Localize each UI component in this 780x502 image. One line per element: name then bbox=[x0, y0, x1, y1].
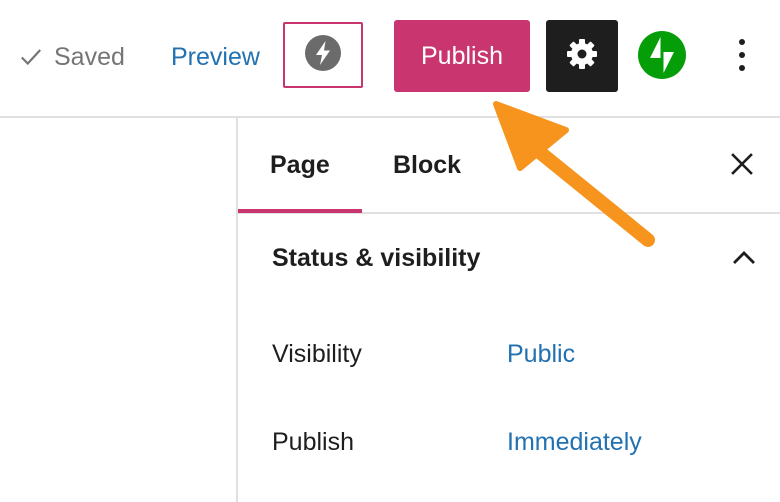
status-visibility-panel-toggle[interactable]: Status & visibility bbox=[238, 214, 780, 308]
amp-button[interactable] bbox=[283, 22, 363, 88]
more-options-button[interactable] bbox=[724, 34, 760, 80]
active-tab-indicator bbox=[238, 209, 362, 213]
settings-button[interactable] bbox=[546, 20, 618, 92]
visibility-row: Visibility Public bbox=[238, 330, 780, 380]
tab-block[interactable]: Block bbox=[393, 118, 461, 212]
publish-row: Publish Immediately bbox=[238, 418, 780, 468]
chevron-up-icon bbox=[730, 244, 758, 272]
panel-title: Status & visibility bbox=[272, 244, 481, 272]
bolt-icon bbox=[305, 34, 341, 76]
publish-button[interactable]: Publish bbox=[394, 20, 530, 92]
visibility-label: Visibility bbox=[272, 340, 362, 368]
gear-icon bbox=[565, 37, 599, 76]
saved-status: Saved bbox=[18, 38, 125, 76]
jetpack-icon bbox=[637, 30, 687, 85]
settings-sidebar: Page Block Status & visibility Visibilit… bbox=[236, 118, 780, 502]
saved-label: Saved bbox=[54, 42, 125, 71]
publish-label: Publish bbox=[272, 428, 354, 456]
close-sidebar-button[interactable] bbox=[722, 146, 762, 186]
checkmark-icon bbox=[18, 44, 44, 70]
visibility-value-link[interactable]: Public bbox=[507, 340, 575, 369]
jetpack-button[interactable] bbox=[636, 30, 688, 85]
close-icon bbox=[731, 152, 753, 180]
tab-page[interactable]: Page bbox=[270, 118, 330, 212]
editor-toolbar: Saved Preview Publish bbox=[0, 0, 780, 118]
preview-button[interactable]: Preview bbox=[171, 38, 260, 76]
more-vertical-icon bbox=[738, 38, 746, 77]
sidebar-tabs: Page Block bbox=[238, 118, 780, 214]
publish-value-link[interactable]: Immediately bbox=[507, 428, 642, 457]
